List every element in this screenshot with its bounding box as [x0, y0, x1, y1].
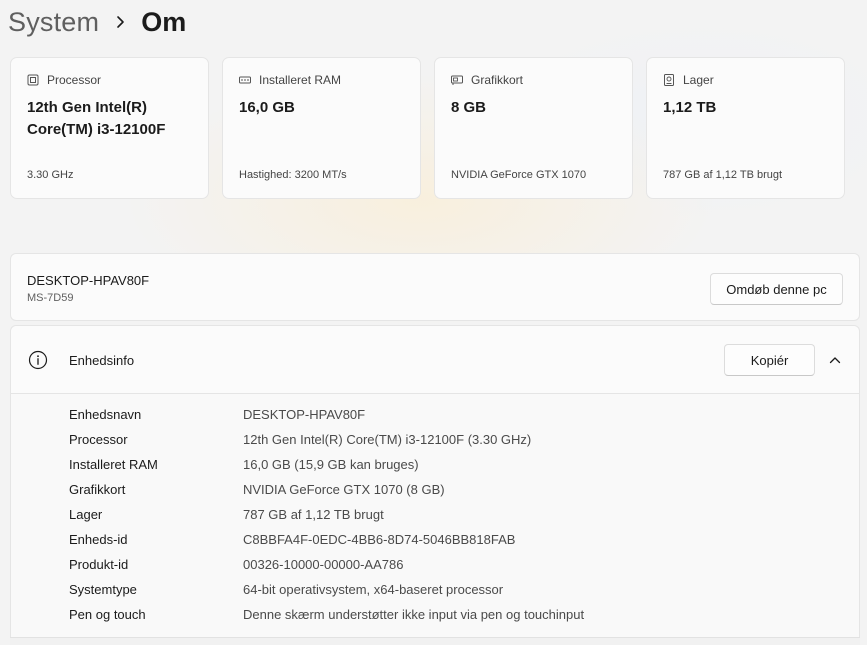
info-row-value: Denne skærm understøtter ikke input via …	[243, 607, 585, 622]
chevron-right-icon	[99, 4, 141, 40]
card-value: 1,12 TB	[663, 99, 717, 116]
card-footer: NVIDIA GeForce GTX 1070	[451, 169, 587, 181]
graphics-card-icon	[451, 74, 463, 86]
info-row-label: Enhedsnavn	[69, 407, 142, 422]
card-value: 16,0 GB	[239, 99, 295, 116]
breadcrumb-system[interactable]: System	[8, 7, 99, 38]
info-row: Processor 12th Gen Intel(R) Core(TM) i3-…	[69, 427, 584, 452]
device-model: MS-7D59	[27, 292, 74, 304]
storage-card: Lager 1,12 TB 787 GB af 1,12 TB brugt	[646, 57, 845, 199]
info-row: Lager 787 GB af 1,12 TB brugt	[69, 502, 584, 527]
card-label: Grafikkort	[471, 73, 524, 87]
page-title: Om	[141, 6, 187, 37]
copy-button[interactable]: Kopiér	[724, 344, 815, 376]
card-label: Processor	[47, 73, 102, 87]
info-row-label: Pen og touch	[69, 607, 146, 622]
chevron-up-icon[interactable]	[823, 348, 847, 372]
info-row-label: Enheds-id	[69, 532, 128, 547]
device-info-title: Enhedsinfo	[69, 353, 135, 368]
info-row-value: 787 GB af 1,12 TB brugt	[243, 507, 384, 522]
info-row-value: C8BBFA4F-0EDC-4BB6-8D74-5046BB818FAB	[243, 532, 516, 547]
card-footer: 787 GB af 1,12 TB brugt	[663, 169, 783, 181]
graphics-card-card: Grafikkort 8 GB NVIDIA GeForce GTX 1070	[434, 57, 633, 199]
info-row-label: Systemtype	[69, 582, 137, 597]
ram-card: Installeret RAM 16,0 GB Hastighed: 3200 …	[222, 57, 421, 199]
device-name: DESKTOP-HPAV80F	[27, 273, 150, 288]
breadcrumb: System Om	[8, 4, 186, 40]
card-footer: Hastighed: 3200 MT/s	[239, 169, 347, 181]
device-info-header[interactable]: Enhedsinfo Kopiér	[11, 326, 859, 394]
device-info-rows: Enhedsnavn DESKTOP-HPAV80F Processor 12t…	[69, 402, 584, 627]
card-label: Lager	[683, 73, 714, 87]
storage-icon	[663, 74, 675, 86]
device-name-bar: DESKTOP-HPAV80F MS-7D59 Omdøb denne pc	[10, 253, 860, 321]
next-section-edge	[10, 637, 860, 645]
rename-pc-button[interactable]: Omdøb denne pc	[710, 273, 843, 305]
info-row-value: 00326-10000-00000-AA786	[243, 557, 404, 572]
info-row: Grafikkort NVIDIA GeForce GTX 1070 (8 GB…	[69, 477, 584, 502]
card-footer: 3.30 GHz	[27, 169, 74, 181]
info-row-label: Produkt-id	[69, 557, 129, 572]
processor-icon	[27, 74, 39, 86]
info-icon	[28, 350, 48, 370]
info-row: Pen og touch Denne skærm understøtter ik…	[69, 602, 584, 627]
info-row: Systemtype 64-bit operativsystem, x64-ba…	[69, 577, 584, 602]
info-row-label: Lager	[69, 507, 103, 522]
card-value: 12th Gen Intel(R) Core(TM) i3-12100F	[27, 99, 166, 138]
info-row: Enheds-id C8BBFA4F-0EDC-4BB6-8D74-5046BB…	[69, 527, 584, 552]
info-row-value: NVIDIA GeForce GTX 1070 (8 GB)	[243, 482, 445, 497]
info-row: Produkt-id 00326-10000-00000-AA786	[69, 552, 584, 577]
info-row: Enhedsnavn DESKTOP-HPAV80F	[69, 402, 584, 427]
processor-card: Processor 12th Gen Intel(R) Core(TM) i3-…	[10, 57, 209, 199]
info-row-value: 12th Gen Intel(R) Core(TM) i3-12100F (3.…	[243, 432, 532, 447]
info-row-value: 64-bit operativsystem, x64-baseret proce…	[243, 582, 504, 597]
info-row: Installeret RAM 16,0 GB (15,9 GB kan bru…	[69, 452, 584, 477]
info-row-label: Grafikkort	[69, 482, 126, 497]
info-row-label: Processor	[69, 432, 128, 447]
card-value: 8 GB	[451, 99, 487, 116]
info-row-label: Installeret RAM	[69, 457, 158, 472]
info-row-value: DESKTOP-HPAV80F	[243, 407, 366, 422]
device-info-panel: Enhedsinfo Kopiér Enhedsnavn DESKTOP-HPA…	[10, 325, 860, 645]
card-label: Installeret RAM	[259, 73, 342, 87]
info-row-value: 16,0 GB (15,9 GB kan bruges)	[243, 457, 419, 472]
ram-icon	[239, 74, 251, 86]
about-page: System Om Processor 12th Gen Intel(R) Co…	[0, 0, 867, 645]
